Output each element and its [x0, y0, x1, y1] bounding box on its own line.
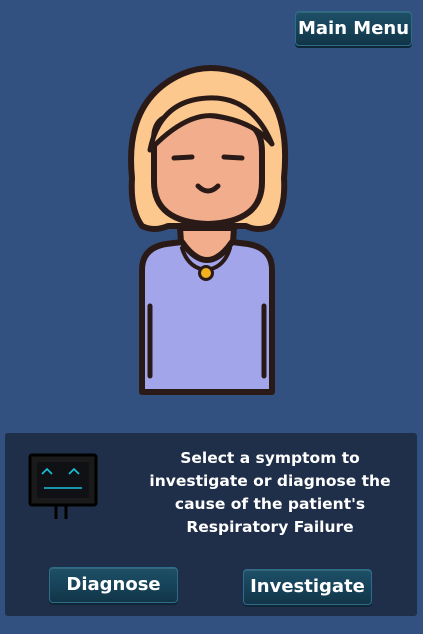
- patient-left-eye: [171, 154, 195, 161]
- diagnose-button[interactable]: Diagnose: [49, 567, 178, 603]
- assistant-message: Select a symptom to investigate or diagn…: [149, 449, 391, 536]
- game-screen: Main Menu Select a symptom to investigat…: [0, 0, 423, 634]
- patient-shirt: [139, 239, 275, 395]
- patient-avatar-icon: [128, 65, 289, 395]
- main-menu-button[interactable]: Main Menu: [295, 11, 412, 46]
- robot-display: [37, 462, 89, 498]
- patient-pendant: [198, 265, 214, 281]
- patient-right-eye: [221, 154, 245, 161]
- robot-monitor-icon: [28, 453, 98, 519]
- investigate-button[interactable]: Investigate: [243, 569, 372, 605]
- assistant-panel: Select a symptom to investigate or diagn…: [5, 433, 417, 616]
